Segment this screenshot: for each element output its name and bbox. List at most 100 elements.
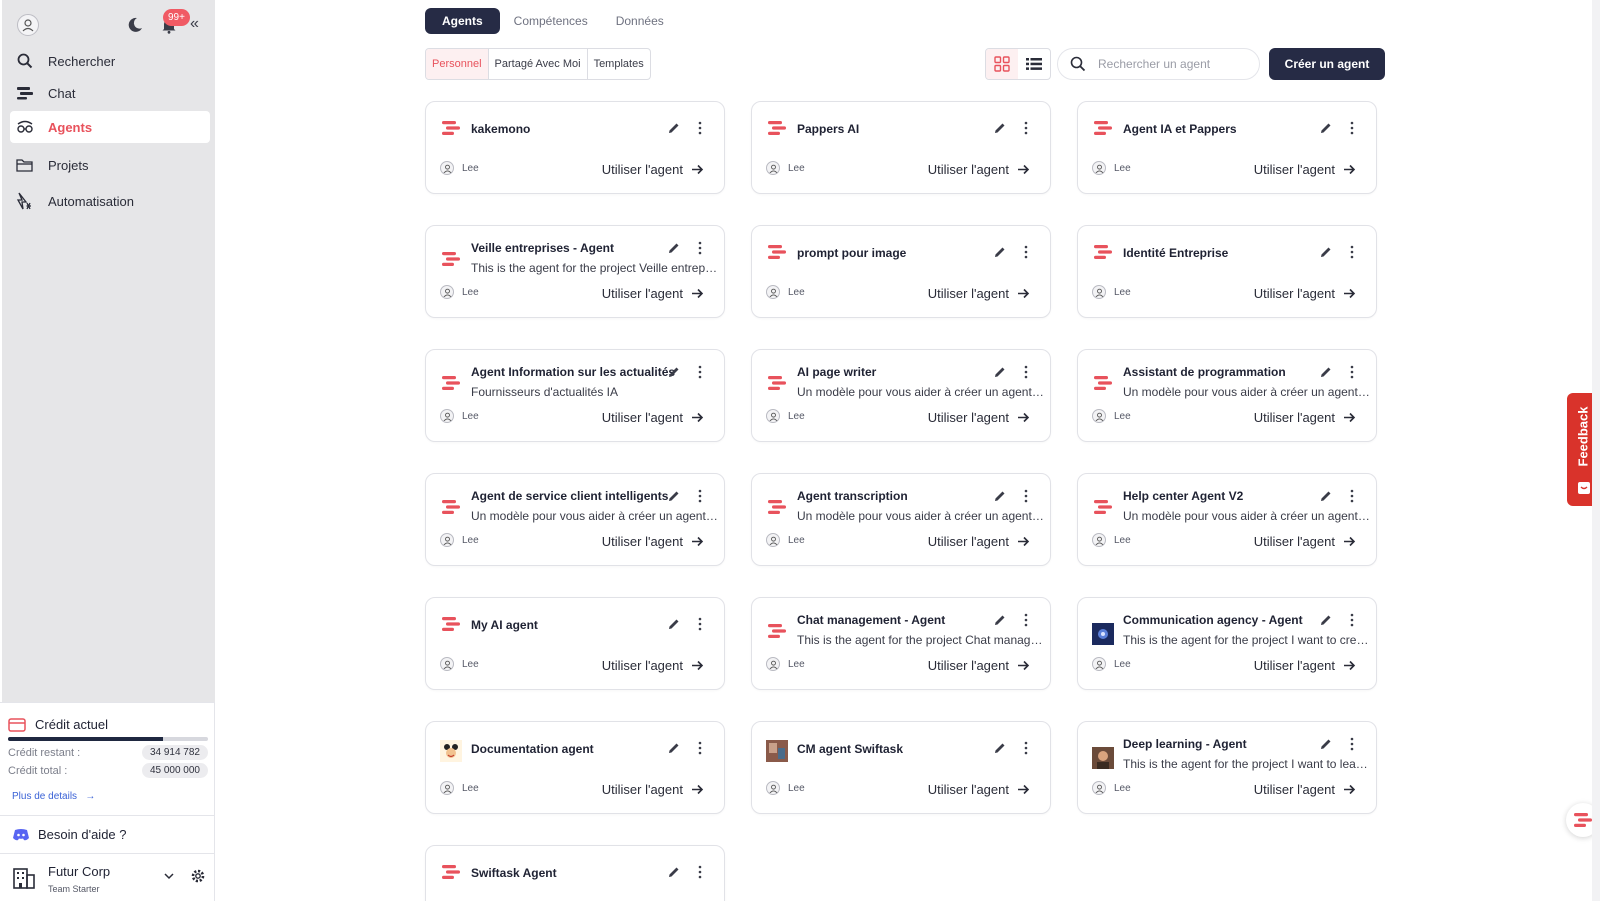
agent-card[interactable]: Agent de service client intelligents Un m… bbox=[425, 473, 725, 566]
use-agent-button[interactable]: Utiliser l'agent bbox=[1254, 782, 1356, 797]
more-vertical-icon[interactable] bbox=[1350, 613, 1354, 627]
more-vertical-icon[interactable] bbox=[698, 121, 702, 135]
sidebar-item-projets[interactable]: Projets bbox=[10, 149, 210, 181]
pencil-icon[interactable] bbox=[994, 614, 1006, 626]
agent-card[interactable]: Chat management - Agent This is the agent… bbox=[751, 597, 1051, 690]
pencil-icon[interactable] bbox=[1320, 738, 1332, 750]
more-vertical-icon[interactable] bbox=[1350, 121, 1354, 135]
pencil-icon[interactable] bbox=[668, 366, 680, 378]
chevron-down-icon[interactable] bbox=[163, 870, 175, 882]
credit-total: Crédit total : 45 000 000 bbox=[8, 763, 208, 778]
agent-card[interactable]: Agent transcription Un modèle pour vous a… bbox=[751, 473, 1051, 566]
agent-card[interactable]: Documentation agent Lee Utiliser l'agent bbox=[425, 721, 725, 814]
organization-switcher[interactable]: Futur Corp Team Starter bbox=[0, 853, 215, 901]
agent-card[interactable]: My AI agent Lee Utiliser l'agent bbox=[425, 597, 725, 690]
use-agent-button[interactable]: Utiliser l'agent bbox=[928, 782, 1030, 797]
agent-card[interactable]: Deep learning - Agent This is the agent f… bbox=[1077, 721, 1377, 814]
sidebar-item-rechercher[interactable]: Rechercher bbox=[10, 45, 210, 77]
pencil-icon[interactable] bbox=[668, 122, 680, 134]
more-vertical-icon[interactable] bbox=[1024, 741, 1028, 755]
pencil-icon[interactable] bbox=[1320, 246, 1332, 258]
agent-card[interactable]: Agent Information sur les actualités Four… bbox=[425, 349, 725, 442]
pencil-icon[interactable] bbox=[668, 242, 680, 254]
more-vertical-icon[interactable] bbox=[698, 365, 702, 379]
more-vertical-icon[interactable] bbox=[698, 241, 702, 255]
pencil-icon[interactable] bbox=[1320, 490, 1332, 502]
grid-view-button[interactable] bbox=[986, 49, 1018, 79]
use-agent-button[interactable]: Utiliser l'agent bbox=[928, 410, 1030, 425]
use-agent-button[interactable]: Utiliser l'agent bbox=[1254, 286, 1356, 301]
use-agent-button[interactable]: Utiliser l'agent bbox=[602, 782, 704, 797]
more-vertical-icon[interactable] bbox=[698, 617, 702, 631]
use-agent-button[interactable]: Utiliser l'agent bbox=[1254, 162, 1356, 177]
create-agent-button[interactable]: Créer un agent bbox=[1269, 48, 1385, 80]
use-agent-button[interactable]: Utiliser l'agent bbox=[928, 286, 1030, 301]
pencil-icon[interactable] bbox=[668, 742, 680, 754]
use-agent-button[interactable]: Utiliser l'agent bbox=[1254, 410, 1356, 425]
use-agent-button[interactable]: Utiliser l'agent bbox=[1254, 534, 1356, 549]
use-agent-button[interactable]: Utiliser l'agent bbox=[602, 658, 704, 673]
tab-donnees[interactable]: Données bbox=[602, 8, 678, 34]
tab-competences[interactable]: Compétences bbox=[500, 8, 602, 34]
sidebar-item-chat[interactable]: Chat bbox=[10, 77, 210, 109]
more-vertical-icon[interactable] bbox=[1350, 245, 1354, 259]
pencil-icon[interactable] bbox=[1320, 614, 1332, 626]
pencil-icon[interactable] bbox=[994, 490, 1006, 502]
agent-card[interactable]: Veille entreprises - Agent This is the ag… bbox=[425, 225, 725, 318]
agent-card[interactable]: Pappers AI Lee Utiliser l'agent bbox=[751, 101, 1051, 194]
agent-card[interactable]: AI page writer Un modèle pour vous aider … bbox=[751, 349, 1051, 442]
more-vertical-icon[interactable] bbox=[1350, 489, 1354, 503]
agent-card[interactable]: CM agent Swiftask Lee Utiliser l'agent bbox=[751, 721, 1051, 814]
user-avatar[interactable] bbox=[17, 14, 39, 36]
pencil-icon[interactable] bbox=[668, 866, 680, 878]
pencil-icon[interactable] bbox=[994, 742, 1006, 754]
sidebar-item-automatisation[interactable]: Automatisation bbox=[10, 185, 210, 217]
agent-card[interactable]: Help center Agent V2 Un modèle pour vous … bbox=[1077, 473, 1377, 566]
pencil-icon[interactable] bbox=[1320, 122, 1332, 134]
agent-card[interactable]: Identité Entreprise Lee Utiliser l'agent bbox=[1077, 225, 1377, 318]
more-vertical-icon[interactable] bbox=[698, 489, 702, 503]
use-agent-button[interactable]: Utiliser l'agent bbox=[602, 534, 704, 549]
agent-card[interactable]: Swiftask AgentLeeUtiliser l'agent bbox=[425, 845, 725, 901]
list-view-button[interactable] bbox=[1018, 49, 1050, 79]
more-vertical-icon[interactable] bbox=[1024, 245, 1028, 259]
pencil-icon[interactable] bbox=[668, 490, 680, 502]
more-vertical-icon[interactable] bbox=[1024, 365, 1028, 379]
subtab-personnel[interactable]: Personnel bbox=[426, 49, 489, 79]
more-vertical-icon[interactable] bbox=[698, 741, 702, 755]
use-agent-button[interactable]: Utiliser l'agent bbox=[602, 286, 704, 301]
pencil-icon[interactable] bbox=[994, 246, 1006, 258]
pencil-icon[interactable] bbox=[668, 618, 680, 630]
more-vertical-icon[interactable] bbox=[1350, 365, 1354, 379]
collapse-sidebar-icon[interactable]: « bbox=[190, 15, 199, 33]
more-vertical-icon[interactable] bbox=[698, 865, 702, 879]
pencil-icon[interactable] bbox=[994, 366, 1006, 378]
use-agent-button[interactable]: Utiliser l'agent bbox=[602, 162, 704, 177]
tab-agents[interactable]: Agents bbox=[425, 8, 500, 34]
help-link[interactable]: Besoin d'aide ? bbox=[0, 815, 215, 853]
more-vertical-icon[interactable] bbox=[1024, 613, 1028, 627]
search-input[interactable] bbox=[1098, 57, 1248, 71]
subtab-partage[interactable]: Partagé Avec Moi bbox=[489, 49, 588, 79]
subtab-templates[interactable]: Templates bbox=[588, 49, 650, 79]
more-vertical-icon[interactable] bbox=[1024, 121, 1028, 135]
more-vertical-icon[interactable] bbox=[1024, 489, 1028, 503]
agent-card[interactable]: prompt pour image Lee Utiliser l'agent bbox=[751, 225, 1051, 318]
moon-icon[interactable] bbox=[126, 16, 144, 34]
agent-card[interactable]: Agent IA et Pappers Lee Utiliser l'agent bbox=[1077, 101, 1377, 194]
pencil-icon[interactable] bbox=[994, 122, 1006, 134]
gear-icon[interactable] bbox=[190, 868, 206, 884]
sidebar-item-agents[interactable]: Agents bbox=[10, 111, 210, 143]
use-agent-button[interactable]: Utiliser l'agent bbox=[928, 162, 1030, 177]
use-agent-button[interactable]: Utiliser l'agent bbox=[928, 534, 1030, 549]
pencil-icon[interactable] bbox=[1320, 366, 1332, 378]
agent-card[interactable]: kakemono Lee Utiliser l'agent bbox=[425, 101, 725, 194]
use-agent-button[interactable]: Utiliser l'agent bbox=[928, 658, 1030, 673]
use-agent-button[interactable]: Utiliser l'agent bbox=[602, 410, 704, 425]
page-scrollbar[interactable] bbox=[1592, 0, 1600, 901]
credit-details-link[interactable]: Plus de details → bbox=[12, 791, 95, 802]
agent-card[interactable]: Assistant de programmation Un modèle pour… bbox=[1077, 349, 1377, 442]
more-vertical-icon[interactable] bbox=[1350, 737, 1354, 751]
agent-card[interactable]: Communication agency - Agent This is the … bbox=[1077, 597, 1377, 690]
use-agent-button[interactable]: Utiliser l'agent bbox=[1254, 658, 1356, 673]
